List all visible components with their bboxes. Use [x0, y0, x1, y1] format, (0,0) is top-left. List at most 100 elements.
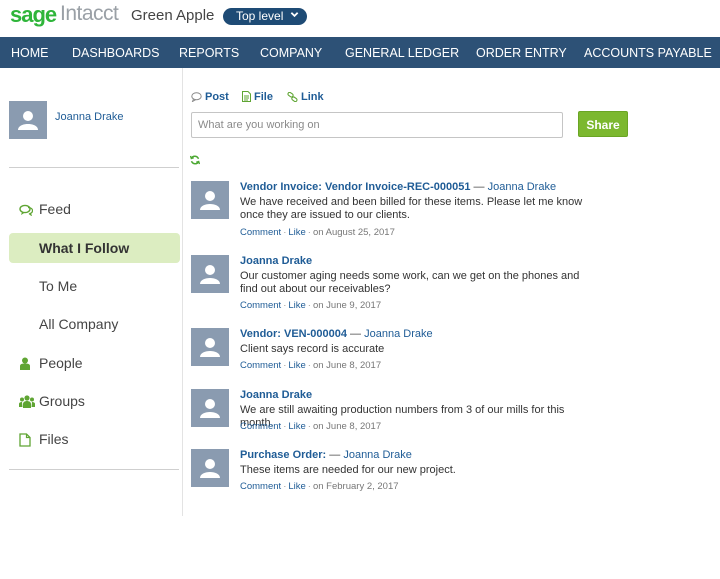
link-icon: [287, 91, 298, 105]
sidebar-divider: [9, 469, 179, 470]
like-link[interactable]: Like: [288, 227, 305, 238]
sidebar-item-label: People: [39, 355, 83, 371]
sidebar-item-label: What I Follow: [39, 240, 130, 256]
comment-link[interactable]: Comment: [240, 481, 281, 492]
feed-item-title: Vendor: VEN-000004 — Joanna Drake: [240, 328, 433, 340]
feed-item: Vendor Invoice: Vendor Invoice-REC-00005…: [191, 181, 611, 241]
feed-item-separator: —: [326, 449, 344, 461]
tab-post-label: Post: [205, 91, 229, 103]
feed-item-date: on June 9, 2017: [312, 300, 382, 311]
comment-link[interactable]: Comment: [240, 421, 281, 432]
feed-item-title: Purchase Order: — Joanna Drake: [240, 449, 412, 461]
sidebar-divider: [9, 167, 179, 168]
sidebar-item-label: To Me: [39, 278, 78, 294]
feed-item-title: Joanna Drake: [240, 255, 312, 267]
nav-order-entry[interactable]: ORDER ENTRY: [476, 46, 567, 60]
feed-item: Joanna Drake We are still awaiting produ…: [191, 389, 611, 434]
sidebar-item-label: Groups: [39, 393, 85, 409]
user-silhouette-icon: [200, 459, 220, 478]
nav-company[interactable]: COMPANY: [260, 46, 322, 60]
sidebar: Joanna Drake Feed What I Follow To Me Al…: [0, 68, 183, 516]
feed-item-subject[interactable]: Vendor: VEN-000004: [240, 328, 347, 340]
profile-user-name[interactable]: Joanna Drake: [55, 111, 124, 123]
like-link[interactable]: Like: [288, 300, 305, 311]
comment-link[interactable]: Comment: [240, 227, 281, 238]
tab-post[interactable]: Post: [191, 91, 229, 105]
user-silhouette-icon: [200, 338, 220, 357]
feed-item-separator: —: [347, 328, 365, 340]
feed-item-actions: Comment · Like · on June 8, 2017: [240, 421, 382, 432]
sage-logo[interactable]: sage: [10, 2, 57, 28]
feed-item-date: on June 8, 2017: [312, 421, 382, 432]
tab-link[interactable]: Link: [287, 91, 324, 105]
avatar[interactable]: [191, 328, 229, 366]
like-link[interactable]: Like: [288, 360, 305, 371]
feed-item: Vendor: VEN-000004 — Joanna Drake Client…: [191, 328, 611, 373]
nav-dashboards[interactable]: DASHBOARDS: [72, 46, 160, 60]
tab-link-label: Link: [301, 91, 324, 103]
sidebar-item-label: Feed: [39, 201, 71, 217]
feed-item-body: Client says record is accurate: [240, 343, 385, 355]
nav-reports[interactable]: REPORTS: [179, 46, 239, 60]
sidebar-item-what-i-follow[interactable]: What I Follow: [9, 233, 180, 263]
share-button[interactable]: Share: [578, 111, 628, 137]
entity-level-selector[interactable]: Top level: [223, 8, 307, 25]
feed-item-date: on August 25, 2017: [312, 227, 395, 238]
feed-item-actions: Comment · Like · on June 9, 2017: [240, 300, 382, 311]
post-input[interactable]: [191, 112, 563, 138]
user-silhouette-icon: [200, 265, 220, 284]
feed-item-author[interactable]: Joanna Drake: [488, 181, 557, 193]
sidebar-item-people[interactable]: People: [9, 348, 180, 378]
avatar[interactable]: [191, 181, 229, 219]
avatar[interactable]: [9, 101, 47, 139]
feed-item-date: on June 8, 2017: [312, 360, 382, 371]
top-header: sage Intacct Green Apple Top level: [0, 0, 720, 37]
comment-link[interactable]: Comment: [240, 300, 281, 311]
feed-item-subject[interactable]: Joanna Drake: [240, 389, 312, 401]
refresh-icon[interactable]: [189, 155, 201, 168]
groups-icon: [19, 395, 35, 411]
user-silhouette-icon: [200, 399, 220, 418]
feed-item-body: These items are needed for our new proje…: [240, 464, 456, 476]
feed-item-separator: —: [470, 181, 488, 193]
feed-item-actions: Comment · Like · on June 8, 2017: [240, 360, 382, 371]
user-silhouette-icon: [18, 111, 38, 130]
feed-item-actions: Comment · Like · on August 25, 2017: [240, 227, 395, 238]
nav-accounts-payable[interactable]: ACCOUNTS PAYABLE: [584, 46, 712, 60]
intacct-logo[interactable]: Intacct: [60, 2, 119, 26]
sidebar-item-groups[interactable]: Groups: [9, 386, 180, 416]
feed-item-body: Our customer aging needs some work, can …: [240, 270, 580, 295]
sidebar-item-files[interactable]: Files: [9, 424, 180, 454]
sidebar-item-all-company[interactable]: All Company: [9, 309, 180, 339]
avatar[interactable]: [191, 255, 229, 293]
feed-item-body: We have received and been billed for the…: [240, 196, 583, 221]
like-link[interactable]: Like: [288, 481, 305, 492]
feed-item-actions: Comment · Like · on February 2, 2017: [240, 481, 399, 492]
speech-bubble-icon: [191, 92, 202, 105]
tab-file[interactable]: File: [242, 91, 273, 105]
user-silhouette-icon: [200, 191, 220, 210]
nav-general-ledger[interactable]: GENERAL LEDGER: [345, 46, 459, 60]
feed-icon: [19, 203, 34, 219]
person-icon: [19, 357, 31, 373]
feed-item-title: Vendor Invoice: Vendor Invoice-REC-00005…: [240, 181, 556, 193]
sidebar-item-feed[interactable]: Feed: [9, 194, 180, 224]
feed-item-author[interactable]: Joanna Drake: [343, 449, 412, 461]
nav-home[interactable]: HOME: [11, 46, 49, 60]
feed-item-subject[interactable]: Vendor Invoice: Vendor Invoice-REC-00005…: [240, 181, 470, 193]
sidebar-item-label: Files: [39, 431, 69, 447]
feed-item: Purchase Order: — Joanna Drake These ite…: [191, 449, 611, 494]
tab-file-label: File: [254, 91, 273, 103]
like-link[interactable]: Like: [288, 421, 305, 432]
avatar[interactable]: [191, 449, 229, 487]
entity-level-label: Top level: [236, 9, 284, 23]
feed-item-date: on February 2, 2017: [312, 481, 399, 492]
feed-item-author[interactable]: Joanna Drake: [364, 328, 433, 340]
feed-item-subject[interactable]: Joanna Drake: [240, 255, 312, 267]
comment-link[interactable]: Comment: [240, 360, 281, 371]
feed-item-title: Joanna Drake: [240, 389, 312, 401]
chevron-down-icon: [290, 10, 299, 21]
sidebar-item-to-me[interactable]: To Me: [9, 271, 180, 301]
avatar[interactable]: [191, 389, 229, 427]
feed-item-subject[interactable]: Purchase Order:: [240, 449, 326, 461]
